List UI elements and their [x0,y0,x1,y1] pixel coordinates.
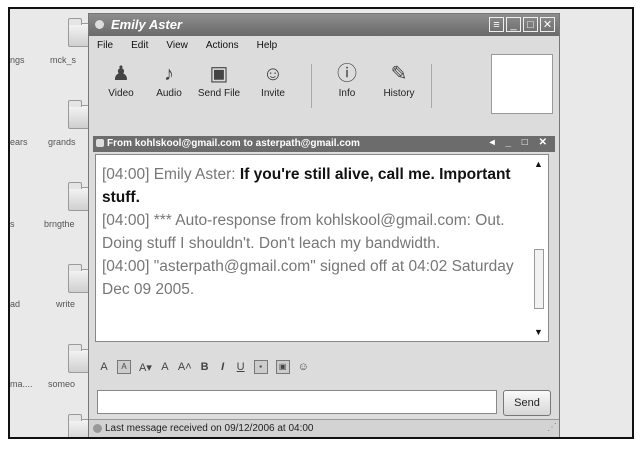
video-button[interactable]: ♟ Video [95,58,147,99]
menu-view[interactable]: View [164,38,190,56]
toolbar-separator [311,64,312,108]
message-time: [04:00] [102,258,150,275]
message-input[interactable] [97,390,497,414]
info-icon: ⓘ [337,63,357,85]
toolbar-separator [431,64,432,108]
bold-button[interactable]: B [200,361,210,373]
insert-link-icon[interactable]: ▣ [275,360,290,374]
desktop-label: ad [10,299,21,309]
desktop-label: ngs [10,55,25,65]
send-file-button[interactable]: ▣ Send File [193,58,245,99]
desktop-label: mck_s [50,55,77,65]
message-text: *** Auto-response from kohlskool@gmail.c… [102,212,505,252]
desktop-label: ma.... [10,379,33,389]
toolbar: ♟ Video ♪ Audio ▣ Send File ☺ Invite ⓘ I… [89,58,477,122]
scroll-thumb[interactable] [534,249,544,309]
screenshot-frame: ngs mck_s ears grands s brngthe ad write… [8,7,634,439]
format-toolbar: A A A▾ A A˄ B I U ▪ ▣ ☺ [99,360,309,374]
menu-help[interactable]: Help [255,38,280,56]
font-color-button[interactable]: A [99,361,109,373]
message-time: [04:00] [102,166,150,183]
window-title: Emily Aster [111,17,183,32]
insert-image-icon[interactable]: ▪ [253,360,268,374]
minimize-button[interactable]: _ [506,17,521,32]
desktop-label: brngthe [44,219,75,229]
font-smaller-button[interactable]: A [160,361,170,373]
send-button[interactable]: Send [503,390,551,416]
conversation-participants: From kohlskool@gmail.com to asterpath@gm… [107,138,360,149]
send-file-icon: ▣ [209,63,229,85]
avatar [491,54,553,114]
message-time: [04:00] [102,212,150,229]
desktop-label: write [56,299,76,309]
message-sender: Emily Aster: [153,166,236,183]
conversation-header: From kohlskool@gmail.com to asterpath@gm… [93,136,555,152]
scroll-down-icon[interactable]: ▼ [534,327,543,337]
emoticon-icon[interactable]: ☺ [298,361,309,373]
invite-button[interactable]: ☺ Invite [247,58,299,99]
desktop-label: s [10,219,15,229]
resize-grip-icon[interactable]: ⋰ [547,422,557,433]
history-icon: ✎ [390,63,408,85]
message: [04:00] "asterpath@gmail.com" signed off… [102,255,526,301]
im-window: Emily Aster ≡ _ □ ✕ File Edit View Actio… [88,13,560,437]
app-icon [95,20,104,29]
message-text: "asterpath@gmail.com" signed off at 04:0… [102,258,514,298]
audio-button[interactable]: ♪ Audio [143,58,195,99]
italic-button[interactable]: I [218,361,228,373]
menu-icon[interactable]: ≡ [489,17,504,32]
video-icon: ♟ [112,63,130,85]
underline-button[interactable]: U [236,361,246,373]
message: [04:00] *** Auto-response from kohlskool… [102,209,526,255]
font-larger-button[interactable]: A˄ [178,361,192,373]
conversation-controls[interactable]: ◂ _ □ ✕ [490,137,551,148]
window-titlebar[interactable]: Emily Aster ≡ _ □ ✕ [89,14,559,36]
menu-actions[interactable]: Actions [204,38,241,56]
status-text: Last message received on 09/12/2006 at 0… [105,423,314,434]
menu-file[interactable]: File [95,38,115,56]
scroll-up-icon[interactable]: ▲ [534,159,543,169]
desktop-label: someo [48,379,76,389]
desktop-label: grands [48,137,76,147]
status-icon [93,424,102,433]
chat-scrollbar[interactable]: ▲ ▼ [532,157,546,339]
status-bar: Last message received on 09/12/2006 at 0… [89,419,559,437]
message: [04:00] Emily Aster: If you're still ali… [102,163,526,209]
maximize-button[interactable]: □ [523,17,538,32]
close-button[interactable]: ✕ [540,17,555,32]
font-size-dropdown[interactable]: A▾ [139,361,152,374]
desktop-label: ears [10,137,28,147]
chat-history[interactable]: [04:00] Emily Aster: If you're still ali… [95,154,549,342]
invite-icon: ☺ [262,63,284,85]
info-button[interactable]: ⓘ Info [321,58,373,99]
menu-edit[interactable]: Edit [129,38,150,56]
history-button[interactable]: ✎ History [373,58,425,99]
audio-icon: ♪ [164,63,174,85]
menubar: File Edit View Actions Help [95,38,279,56]
chat-icon [96,139,104,147]
background-color-button[interactable]: A [117,360,131,374]
